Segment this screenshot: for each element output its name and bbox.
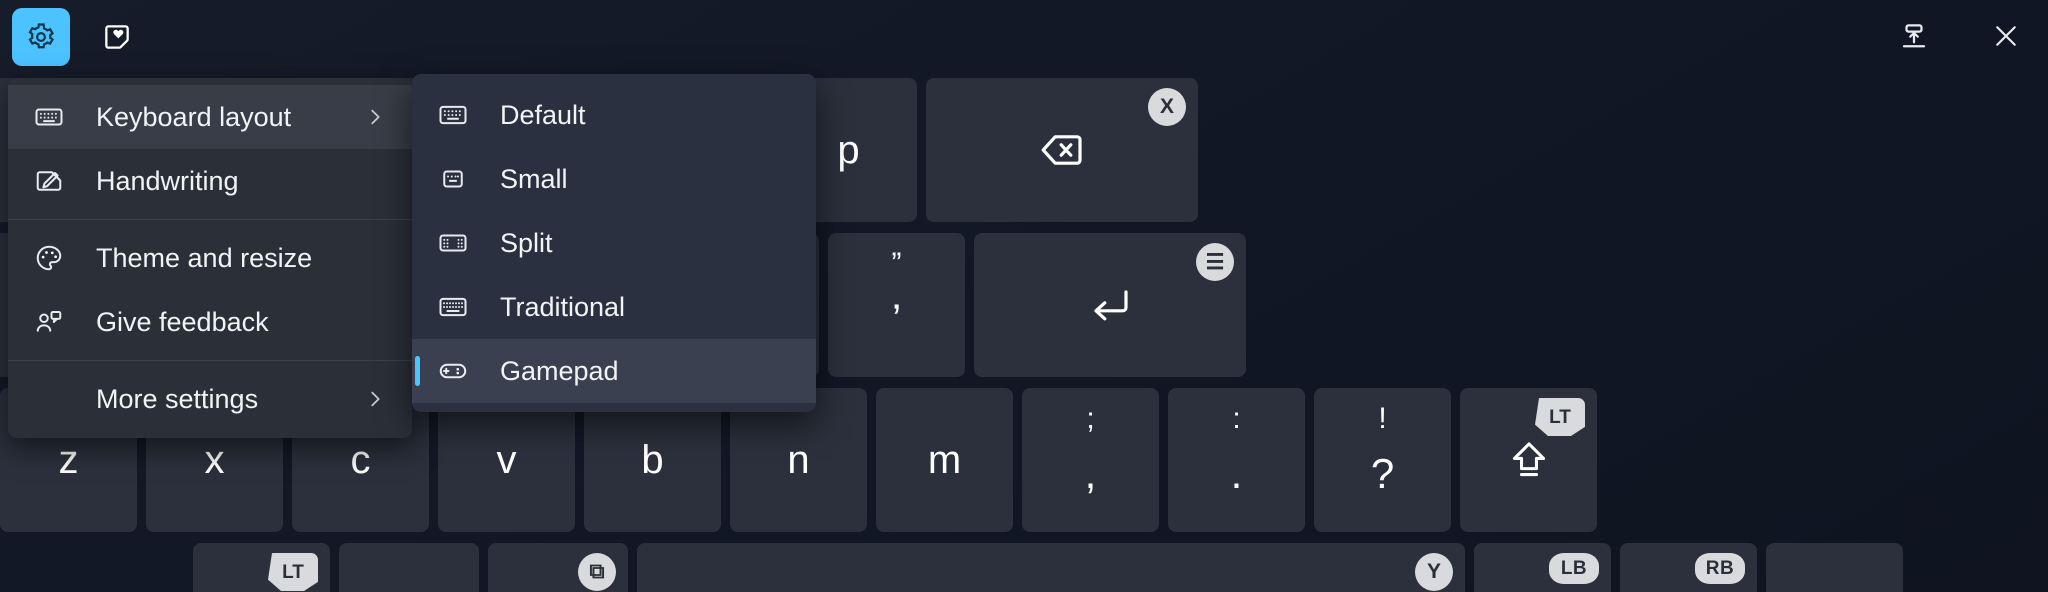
key-language[interactable]: ENG — [1766, 543, 1903, 592]
key-label: p — [837, 128, 860, 172]
key-backspace[interactable]: X — [926, 78, 1198, 222]
titlebar-left-group — [12, 8, 146, 66]
keyboard-layout-submenu: Default Small Split Traditional Gamepad — [412, 74, 816, 412]
gamepad-icon — [438, 356, 480, 386]
gear-icon — [26, 22, 56, 52]
sticker-button[interactable] — [88, 8, 146, 66]
settings-button[interactable] — [12, 8, 70, 66]
gamepad-badge: LT — [268, 553, 318, 591]
submenu-item-label: Gamepad — [500, 355, 619, 386]
titlebar — [0, 0, 2048, 78]
key-left[interactable]: LB — [1474, 543, 1611, 592]
keyboard-icon — [34, 102, 76, 132]
shift-icon — [1506, 437, 1552, 483]
sticker-heart-icon — [101, 21, 133, 53]
keyboard-split-icon — [438, 228, 480, 258]
submenu-item-default[interactable]: Default — [412, 83, 816, 147]
key-secondary-glyph: ! — [1378, 402, 1387, 435]
palette-icon — [34, 243, 76, 273]
key-question[interactable]: !? — [1314, 388, 1451, 532]
dock-icon — [1899, 21, 1929, 51]
key-colon[interactable]: :. — [1168, 388, 1305, 532]
gamepad-badge: ☰ — [1196, 243, 1234, 281]
submenu-item-small[interactable]: Small — [412, 147, 816, 211]
menu-item-label: Keyboard layout — [96, 101, 292, 132]
menu-item-more-settings[interactable]: More settings — [8, 367, 412, 431]
submenu-item-label: Split — [500, 227, 553, 258]
gamepad-badge: ⧉ — [578, 553, 616, 591]
gamepad-badge: LT — [1535, 398, 1585, 436]
key-secondary-glyph: : — [1232, 402, 1241, 435]
key-enter[interactable]: ☰ — [974, 233, 1246, 377]
key-primary-glyph: , — [1084, 450, 1097, 497]
enter-icon — [1086, 281, 1134, 329]
keyboard-traditional-icon — [438, 292, 480, 322]
close-button[interactable] — [1978, 8, 2034, 64]
submenu-item-label: Default — [500, 99, 586, 130]
key-label: v — [496, 438, 517, 482]
gamepad-badge: RB — [1695, 553, 1745, 584]
key-label: m — [927, 438, 962, 482]
gamepad-badge: LB — [1549, 553, 1599, 584]
chevron-right-icon — [364, 106, 386, 128]
menu-item-give-feedback[interactable]: Give feedback — [8, 290, 412, 354]
key-m[interactable]: m — [876, 388, 1013, 532]
key-label: c — [350, 438, 371, 482]
key-secondary-glyph: ” — [891, 247, 902, 280]
key-mic[interactable]: ⧉ — [488, 543, 628, 592]
menu-item-keyboard-layout[interactable]: Keyboard layout — [8, 85, 412, 149]
key-label: z — [58, 438, 79, 482]
keyboard-default-icon — [438, 100, 480, 130]
key-shift[interactable]: LT — [1460, 388, 1597, 532]
menu-separator — [8, 360, 412, 361]
gamepad-badge: X — [1148, 88, 1186, 126]
key-primary-glyph: ? — [1370, 450, 1395, 497]
dock-button[interactable] — [1886, 8, 1942, 64]
feedback-icon — [34, 307, 76, 337]
settings-menu: Keyboard layout Handwriting Theme and resi… — [8, 78, 412, 438]
menu-item-label: Theme and resize — [96, 242, 313, 273]
key-right[interactable]: RB — [1620, 543, 1757, 592]
keyboard-small-icon — [438, 164, 480, 194]
key-primary-glyph: . — [1230, 450, 1243, 497]
menu-item-theme-and-resize[interactable]: Theme and resize — [8, 226, 412, 290]
touch-keyboard-window: rt6y7u8i9o0pX fghjkl”’☰ zxcvbnm;,:.!?LT … — [0, 0, 2048, 592]
submenu-item-label: Traditional — [500, 291, 626, 322]
key-ctrl[interactable]: Ctrl — [339, 543, 479, 592]
selection-indicator — [415, 356, 420, 386]
close-icon — [1991, 21, 2021, 51]
menu-item-label: Give feedback — [96, 306, 269, 337]
submenu-item-label: Small — [500, 163, 568, 194]
titlebar-right-group — [1886, 8, 2034, 64]
menu-item-label: More settings — [96, 383, 259, 414]
key-label: b — [641, 438, 664, 482]
key-primary-glyph: ’ — [891, 295, 902, 342]
key-semicolon[interactable]: ;, — [1022, 388, 1159, 532]
key-quote[interactable]: ”’ — [828, 233, 965, 377]
menu-item-label: Handwriting — [96, 165, 239, 196]
key-numbers[interactable]: &123LT — [193, 543, 330, 592]
submenu-item-traditional[interactable]: Traditional — [412, 275, 816, 339]
gamepad-badge: Y — [1415, 553, 1453, 591]
keyboard-row-4: &123LTCtrl ⧉ Y LB RB ENG — [193, 543, 1903, 592]
key-secondary-glyph: ; — [1086, 402, 1095, 435]
menu-item-handwriting[interactable]: Handwriting — [8, 149, 412, 213]
submenu-item-gamepad[interactable]: Gamepad — [412, 339, 816, 403]
chevron-right-icon — [364, 388, 386, 410]
handwriting-icon — [34, 166, 76, 196]
key-label: x — [204, 438, 225, 482]
key-space[interactable]: Y — [637, 543, 1465, 592]
backspace-icon — [1038, 126, 1086, 174]
menu-separator — [8, 219, 412, 220]
key-label: n — [787, 438, 810, 482]
submenu-item-split[interactable]: Split — [412, 211, 816, 275]
